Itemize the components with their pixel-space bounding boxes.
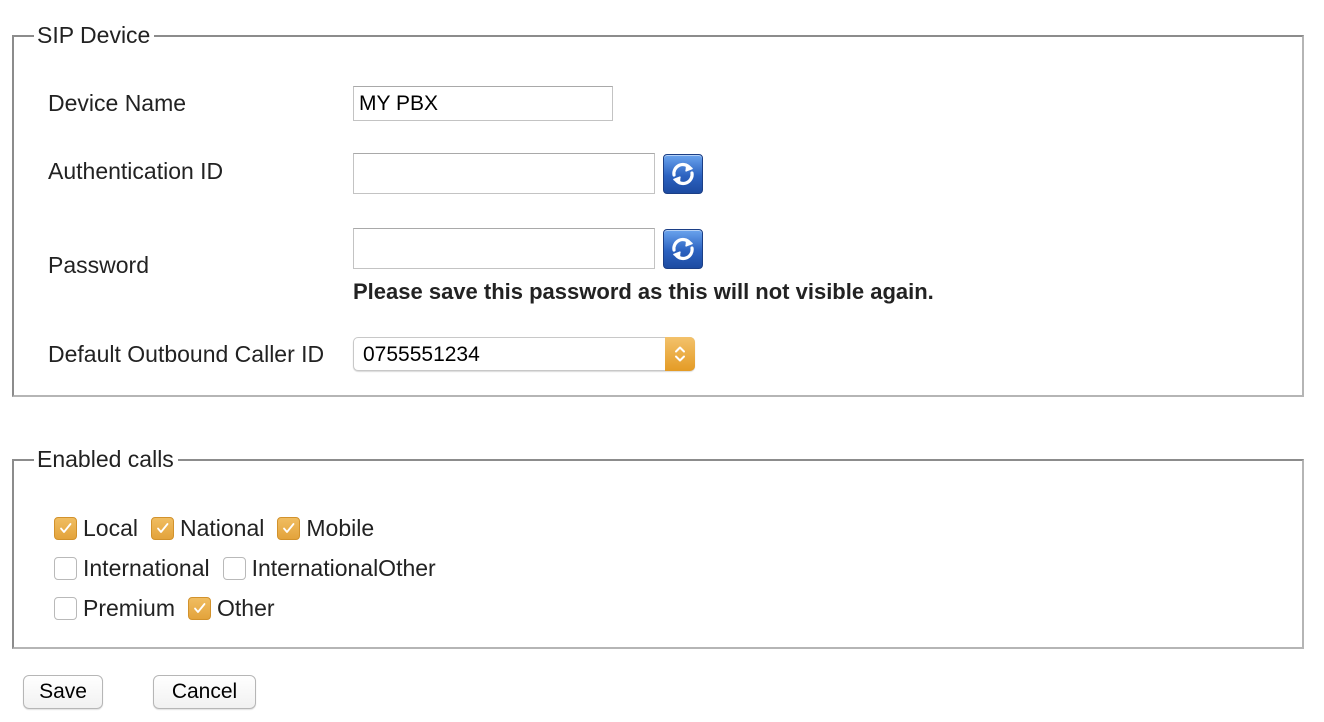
checkbox-other[interactable]: Other — [188, 594, 275, 622]
checkbox-label: International — [83, 555, 210, 581]
enabled-calls-legend: Enabled calls — [34, 445, 178, 473]
checkbox-label: InternationalOther — [251, 555, 436, 581]
caller-id-select[interactable]: 0755551234 — [353, 337, 695, 371]
checkbox-premium[interactable]: Premium — [54, 594, 175, 622]
save-button[interactable]: Save — [23, 675, 103, 709]
refresh-icon — [672, 162, 694, 186]
refresh-icon — [672, 237, 694, 261]
caller-id-label: Default Outbound Caller ID — [48, 341, 325, 367]
checkbox-label: Other — [217, 595, 275, 621]
select-arrows-icon — [665, 337, 695, 371]
checkbox-international-other[interactable]: InternationalOther — [222, 554, 436, 582]
checkbox-label: National — [179, 515, 265, 541]
password-warning-note: Please save this password as this will n… — [353, 279, 934, 304]
checkbox-box[interactable] — [188, 596, 212, 620]
checkmark-icon — [60, 522, 72, 533]
sip-device-legend: SIP Device — [34, 21, 155, 49]
checkbox-local[interactable]: Local — [54, 514, 138, 542]
caller-id-selected-value: 0755551234 — [363, 343, 480, 366]
checkbox-row: International InternationalOther — [54, 554, 449, 582]
checkbox-mobile[interactable]: Mobile — [277, 514, 374, 542]
checkbox-box[interactable] — [222, 556, 246, 580]
checkbox-box[interactable] — [54, 556, 77, 580]
password-refresh-button[interactable] — [663, 229, 703, 269]
password-input[interactable] — [353, 228, 655, 269]
auth-id-input[interactable] — [353, 153, 655, 194]
checkbox-label: Mobile — [306, 515, 375, 541]
checkbox-box[interactable] — [150, 516, 174, 540]
checkbox-box[interactable] — [54, 596, 77, 620]
checkbox-label: Local — [83, 515, 138, 541]
checkbox-box[interactable] — [277, 516, 301, 540]
password-label: Password — [48, 252, 149, 278]
checkbox-national[interactable]: National — [150, 514, 265, 542]
cancel-button[interactable]: Cancel — [153, 675, 256, 709]
checkbox-label: Premium — [83, 595, 176, 621]
checkbox-box[interactable] — [54, 516, 77, 540]
auth-id-label: Authentication ID — [48, 158, 224, 184]
checkmark-icon — [194, 602, 206, 613]
checkbox-row: Premium Other — [54, 594, 288, 622]
device-name-label: Device Name — [48, 90, 187, 116]
auth-id-refresh-button[interactable] — [663, 154, 703, 194]
device-name-input[interactable] — [353, 86, 613, 121]
checkbox-row: Local National Mobile — [54, 514, 387, 542]
checkmark-icon — [157, 522, 169, 533]
checkbox-international[interactable]: International — [54, 554, 210, 582]
checkmark-icon — [283, 522, 295, 533]
